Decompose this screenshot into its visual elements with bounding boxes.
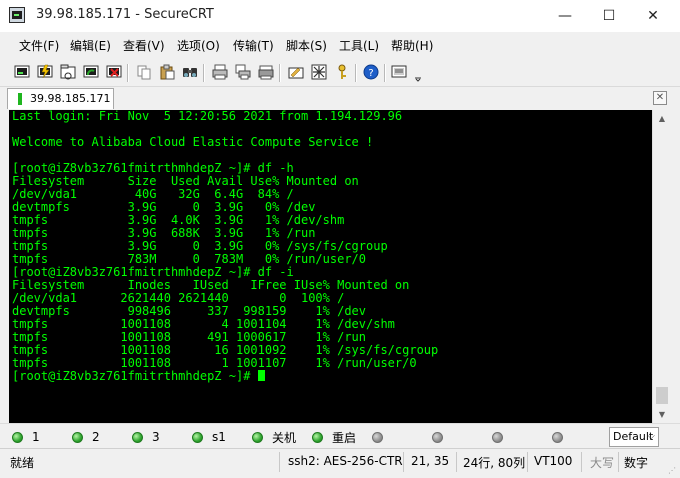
- scroll-up-button[interactable]: ▲: [653, 110, 671, 127]
- copy-icon[interactable]: [135, 63, 153, 81]
- green-light-icon: [132, 431, 143, 443]
- status-separator: [581, 452, 582, 472]
- green-light-icon: [72, 431, 83, 443]
- terminal-prompt: [root@iZ8vb3z761fmitrthmhdepZ ~]#: [12, 369, 258, 383]
- status-separator: [527, 452, 528, 472]
- terminal-line: Last login: Fri Nov 5 12:20:56 2021 from…: [12, 110, 403, 123]
- status-ready: 就绪: [10, 456, 35, 470]
- status-terminal-size: 24行, 80列: [463, 456, 526, 470]
- button-bar-item-reboot[interactable]: 重启: [312, 429, 356, 445]
- button-bar-item-3[interactable]: 3: [132, 429, 160, 445]
- print-icon[interactable]: [211, 63, 229, 81]
- disconnect-icon[interactable]: [105, 63, 123, 81]
- button-bar-item-1[interactable]: 1: [12, 429, 40, 445]
- connect-in-tab-icon[interactable]: [59, 63, 77, 81]
- green-light-icon: [192, 431, 203, 443]
- status-separator: [456, 452, 457, 472]
- print-setup-icon[interactable]: [257, 63, 275, 81]
- toolbar-separator: [279, 64, 281, 82]
- menu-help[interactable]: 帮助(H): [391, 37, 433, 54]
- status-cipher: ssh2: AES-256-CTR: [288, 454, 403, 468]
- svg-text:?: ?: [368, 68, 373, 79]
- chevron-down-icon: ⌵: [647, 431, 655, 442]
- print-selection-icon[interactable]: [234, 63, 252, 81]
- close-window-button[interactable]: ✕: [630, 0, 676, 32]
- connect-icon[interactable]: [13, 63, 31, 81]
- green-light-icon: [312, 431, 323, 443]
- gray-light-icon: [432, 431, 443, 443]
- status-separator: [279, 452, 280, 472]
- log-session-icon[interactable]: [390, 63, 408, 81]
- gray-light-icon: [372, 431, 383, 443]
- status-terminal-type: VT100: [534, 454, 573, 468]
- button-bar-item-s1[interactable]: s1: [192, 429, 226, 445]
- status-bar: 就绪 ssh2: AES-256-CTR 21, 35 24行, 80列 VT1…: [0, 448, 680, 478]
- menu-bar: 文件(F) 编辑(E) 查看(V) 选项(O) 传输(T) 脚本(S) 工具(L…: [0, 32, 680, 58]
- find-icon[interactable]: [181, 63, 199, 81]
- toolbar-separator: [384, 64, 386, 82]
- menu-tools[interactable]: 工具(L): [339, 37, 379, 54]
- toolbar-overflow-icon[interactable]: [409, 67, 427, 85]
- minimize-button[interactable]: —: [542, 0, 588, 32]
- button-bar-item-empty[interactable]: [552, 429, 563, 445]
- button-bar-select[interactable]: Default ⌵: [609, 427, 659, 447]
- window-title: 39.98.185.171 - SecureCRT: [36, 7, 214, 22]
- menu-view[interactable]: 查看(V): [123, 37, 165, 54]
- session-options-icon[interactable]: [287, 63, 305, 81]
- menu-script[interactable]: 脚本(S): [286, 37, 327, 54]
- green-light-icon: [252, 431, 263, 443]
- help-icon[interactable]: ?: [362, 63, 380, 81]
- connection-status-indicator: [18, 93, 22, 105]
- button-bar-item-shutdown[interactable]: 关机: [252, 429, 296, 445]
- paste-icon[interactable]: [158, 63, 176, 81]
- maximize-button[interactable]: ☐: [586, 0, 632, 32]
- status-caps-lock: 大写: [590, 456, 615, 470]
- menu-options[interactable]: 选项(O): [177, 37, 220, 54]
- button-bar: 1 2 3 s1 关机 重启 Default ⌵: [0, 423, 680, 449]
- status-separator: [618, 452, 619, 472]
- terminal-scrollbar[interactable]: ▲ ▼: [652, 110, 671, 423]
- toolbar-separator: [127, 64, 129, 82]
- session-tab-label: 39.98.185.171: [30, 92, 111, 105]
- quick-connect-icon[interactable]: [36, 63, 54, 81]
- session-tab-bar: 39.98.185.171 ✕: [0, 86, 680, 111]
- securecrt-app-icon: [9, 7, 25, 23]
- toolbar-separator: [203, 64, 205, 82]
- title-bar: 39.98.185.171 - SecureCRT — ☐ ✕: [0, 0, 680, 32]
- toolbar-separator: [355, 64, 357, 82]
- button-bar-item-2[interactable]: 2: [72, 429, 100, 445]
- session-tab[interactable]: 39.98.185.171: [7, 88, 114, 109]
- terminal-line: Welcome to Alibaba Cloud Elastic Compute…: [12, 135, 374, 149]
- scrollbar-thumb[interactable]: [656, 387, 668, 404]
- reconnect-icon[interactable]: [82, 63, 100, 81]
- menu-edit[interactable]: 编辑(E): [70, 37, 111, 54]
- scroll-down-button[interactable]: ▼: [653, 406, 671, 423]
- keymap-icon[interactable]: [333, 63, 351, 81]
- status-cursor-position: 21, 35: [411, 454, 450, 468]
- button-bar-item-empty[interactable]: [372, 429, 383, 445]
- global-options-icon[interactable]: [310, 63, 328, 81]
- status-separator: [403, 452, 404, 472]
- green-light-icon: [12, 431, 23, 443]
- gray-light-icon: [552, 431, 563, 443]
- button-bar-item-empty[interactable]: [492, 429, 503, 445]
- terminal-screen[interactable]: Last login: Fri Nov 5 12:20:56 2021 from…: [9, 110, 652, 423]
- terminal-prompt-line: [root@iZ8vb3z761fmitrthmhdepZ ~]#: [12, 370, 265, 383]
- terminal-cursor: [257, 370, 265, 381]
- resize-grip-icon[interactable]: ⋰: [668, 466, 678, 476]
- gray-light-icon: [492, 431, 503, 443]
- status-num-lock: 数字: [624, 456, 649, 470]
- toolbar: ?: [0, 58, 680, 86]
- button-bar-item-empty[interactable]: [432, 429, 443, 445]
- menu-file[interactable]: 文件(F): [19, 37, 59, 54]
- menu-transfer[interactable]: 传输(T): [233, 37, 274, 54]
- close-tab-button[interactable]: ✕: [653, 91, 667, 105]
